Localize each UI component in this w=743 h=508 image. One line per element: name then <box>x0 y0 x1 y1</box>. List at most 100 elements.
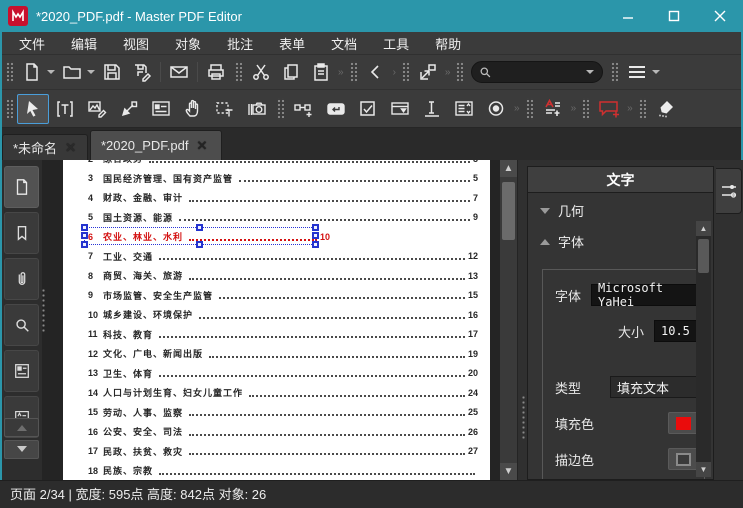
paste-button[interactable] <box>306 59 336 85</box>
copy-button[interactable] <box>276 59 306 85</box>
button-field-button[interactable] <box>320 94 352 124</box>
fit-window-button[interactable] <box>413 59 443 85</box>
pdf-page[interactable]: 2综合政务 3 3 国民经济管理、国有资产监管 5 4 财政、金融、审计 7 5 国土资源、能源 9… <box>63 160 490 480</box>
listbox-field-button[interactable] <box>448 94 480 124</box>
main-menu-button[interactable] <box>622 59 652 85</box>
object-inspector-tab[interactable] <box>716 168 742 214</box>
selection-handle[interactable] <box>312 241 319 248</box>
search-dropdown-icon[interactable] <box>586 70 595 78</box>
panel-scrollbar-thumb[interactable] <box>698 239 709 273</box>
save-button[interactable] <box>97 59 127 85</box>
toolbar-grip[interactable] <box>6 97 13 120</box>
toc-row[interactable]: 10 城乡建设、环境保护 16 <box>63 305 490 325</box>
document-scrollbar[interactable]: ▲ ▼ <box>500 160 517 480</box>
save-as-button[interactable] <box>127 59 157 85</box>
highlighter-button[interactable] <box>650 94 682 124</box>
sidebar-scroll-down-button[interactable] <box>4 440 39 459</box>
select-area-tool-button[interactable] <box>209 94 241 124</box>
scrollbar-thumb[interactable] <box>502 182 515 240</box>
edit-text-tool-button[interactable] <box>49 94 81 124</box>
menu-form[interactable]: 表单 <box>266 32 318 54</box>
stroke-color-button[interactable] <box>668 448 698 470</box>
sidebar-scroll-up-button[interactable] <box>4 418 39 437</box>
main-menu-dropdown-icon[interactable] <box>652 70 661 78</box>
toc-row[interactable]: 7 工业、交通 12 <box>63 247 490 267</box>
toc-row[interactable]: 17 民政、扶贫、救灾 27 <box>63 442 490 462</box>
toc-row[interactable]: 15 劳动、人事、监察 25 <box>63 403 490 423</box>
scroll-down-button[interactable]: ▼ <box>500 463 517 480</box>
document-view[interactable]: 2综合政务 3 3 国民经济管理、国有资产监管 5 4 财政、金融、审计 7 5 国土资源、能源 9… <box>46 160 518 480</box>
panel-scroll-up-button[interactable]: ▲ <box>696 221 711 236</box>
minimize-button[interactable] <box>605 0 651 32</box>
toolbar-grip[interactable] <box>456 61 464 83</box>
toc-row[interactable]: 9 市场监管、安全生产监管 15 <box>63 286 490 306</box>
panel-scrollbar[interactable]: ▲ ▼ <box>696 221 711 477</box>
panel-scroll-down-button[interactable]: ▼ <box>696 462 711 477</box>
selection-box[interactable] <box>81 224 319 248</box>
selection-handle[interactable] <box>81 232 88 239</box>
selection-handle[interactable] <box>196 241 203 248</box>
selection-handle[interactable] <box>81 241 88 248</box>
toolbar-grip[interactable] <box>349 61 357 83</box>
toc-row[interactable]: 14 人口与计划生育、妇女儿童工作 24 <box>63 383 490 403</box>
menu-edit[interactable]: 编辑 <box>58 32 110 54</box>
tab-untitled[interactable]: *未命名 ✕ <box>2 134 88 160</box>
close-button[interactable] <box>697 0 743 32</box>
toc-row[interactable]: 11 科技、教育 17 <box>63 325 490 345</box>
print-button[interactable] <box>201 59 231 85</box>
edit-form-tool-button[interactable] <box>145 94 177 124</box>
section-geometry[interactable]: 几何 <box>528 193 713 224</box>
toc-row[interactable]: 5 国土资源、能源 9 <box>63 208 490 228</box>
snapshot-tool-button[interactable] <box>241 94 273 124</box>
toc-row[interactable]: 13 卫生、体育 20 <box>63 364 490 384</box>
toolbar-grip[interactable] <box>582 97 590 120</box>
selection-handle[interactable] <box>312 224 319 231</box>
cut-button[interactable] <box>246 59 276 85</box>
menu-view[interactable]: 视图 <box>110 32 162 54</box>
email-button[interactable] <box>164 59 194 85</box>
selection-handle[interactable] <box>81 224 88 231</box>
toolbar-grip[interactable] <box>611 61 619 83</box>
toc-row[interactable]: 3 国民经济管理、国有资产监管 5 <box>63 169 490 189</box>
search-input[interactable] <box>492 65 587 79</box>
maximize-button[interactable] <box>651 0 697 32</box>
font-name-input[interactable]: Microsoft YaHei <box>591 281 698 309</box>
menu-file[interactable]: 文件 <box>6 32 58 54</box>
select-tool-button[interactable] <box>17 93 49 124</box>
menu-document[interactable]: 文档 <box>318 32 370 54</box>
tab-close-icon[interactable]: ✕ <box>196 138 207 154</box>
toolbar-grip[interactable] <box>6 61 13 83</box>
tab-close-icon[interactable]: ✕ <box>65 140 76 156</box>
text-field-button[interactable] <box>416 94 448 124</box>
new-document-dropdown-icon[interactable] <box>47 70 55 78</box>
edit-path-tool-button[interactable] <box>113 94 145 124</box>
combobox-field-button[interactable] <box>384 94 416 124</box>
toolbar-grip[interactable] <box>401 61 409 83</box>
attachments-button[interactable] <box>4 258 39 300</box>
fill-color-button[interactable] <box>668 412 698 434</box>
edit-image-tool-button[interactable] <box>81 94 113 124</box>
toolbar-grip[interactable] <box>525 97 533 120</box>
search-panel-button[interactable] <box>4 304 39 346</box>
menu-tools[interactable]: 工具 <box>370 32 422 54</box>
sticky-note-button[interactable] <box>593 94 625 124</box>
panel-splitter[interactable] <box>521 395 526 439</box>
tab-current-document[interactable]: *2020_PDF.pdf ✕ <box>90 130 222 160</box>
bookmarks-button[interactable] <box>4 212 39 254</box>
selection-handle[interactable] <box>312 232 319 239</box>
toc-row[interactable]: 2综合政务 3 <box>63 160 490 169</box>
hand-tool-button[interactable] <box>177 94 209 124</box>
toc-row[interactable]: 16 公安、安全、司法 26 <box>63 422 490 442</box>
toc-row[interactable]: 18 民族、宗教 <box>63 461 490 480</box>
form-fields-panel-button[interactable] <box>4 350 39 392</box>
section-font[interactable]: 字体 <box>528 224 713 255</box>
toc-row[interactable]: 4 财政、金融、审计 7 <box>63 188 490 208</box>
new-document-button[interactable] <box>17 59 47 85</box>
toolbar-grip[interactable] <box>235 61 242 83</box>
open-file-dropdown-icon[interactable] <box>87 70 95 78</box>
toc-row[interactable]: 12 文化、广电、新闻出版 19 <box>63 344 490 364</box>
link-tool-button[interactable] <box>288 94 320 124</box>
menu-object[interactable]: 对象 <box>162 32 214 54</box>
toc-row[interactable]: 8 商贸、海关、旅游 13 <box>63 266 490 286</box>
menu-help[interactable]: 帮助 <box>422 32 474 54</box>
